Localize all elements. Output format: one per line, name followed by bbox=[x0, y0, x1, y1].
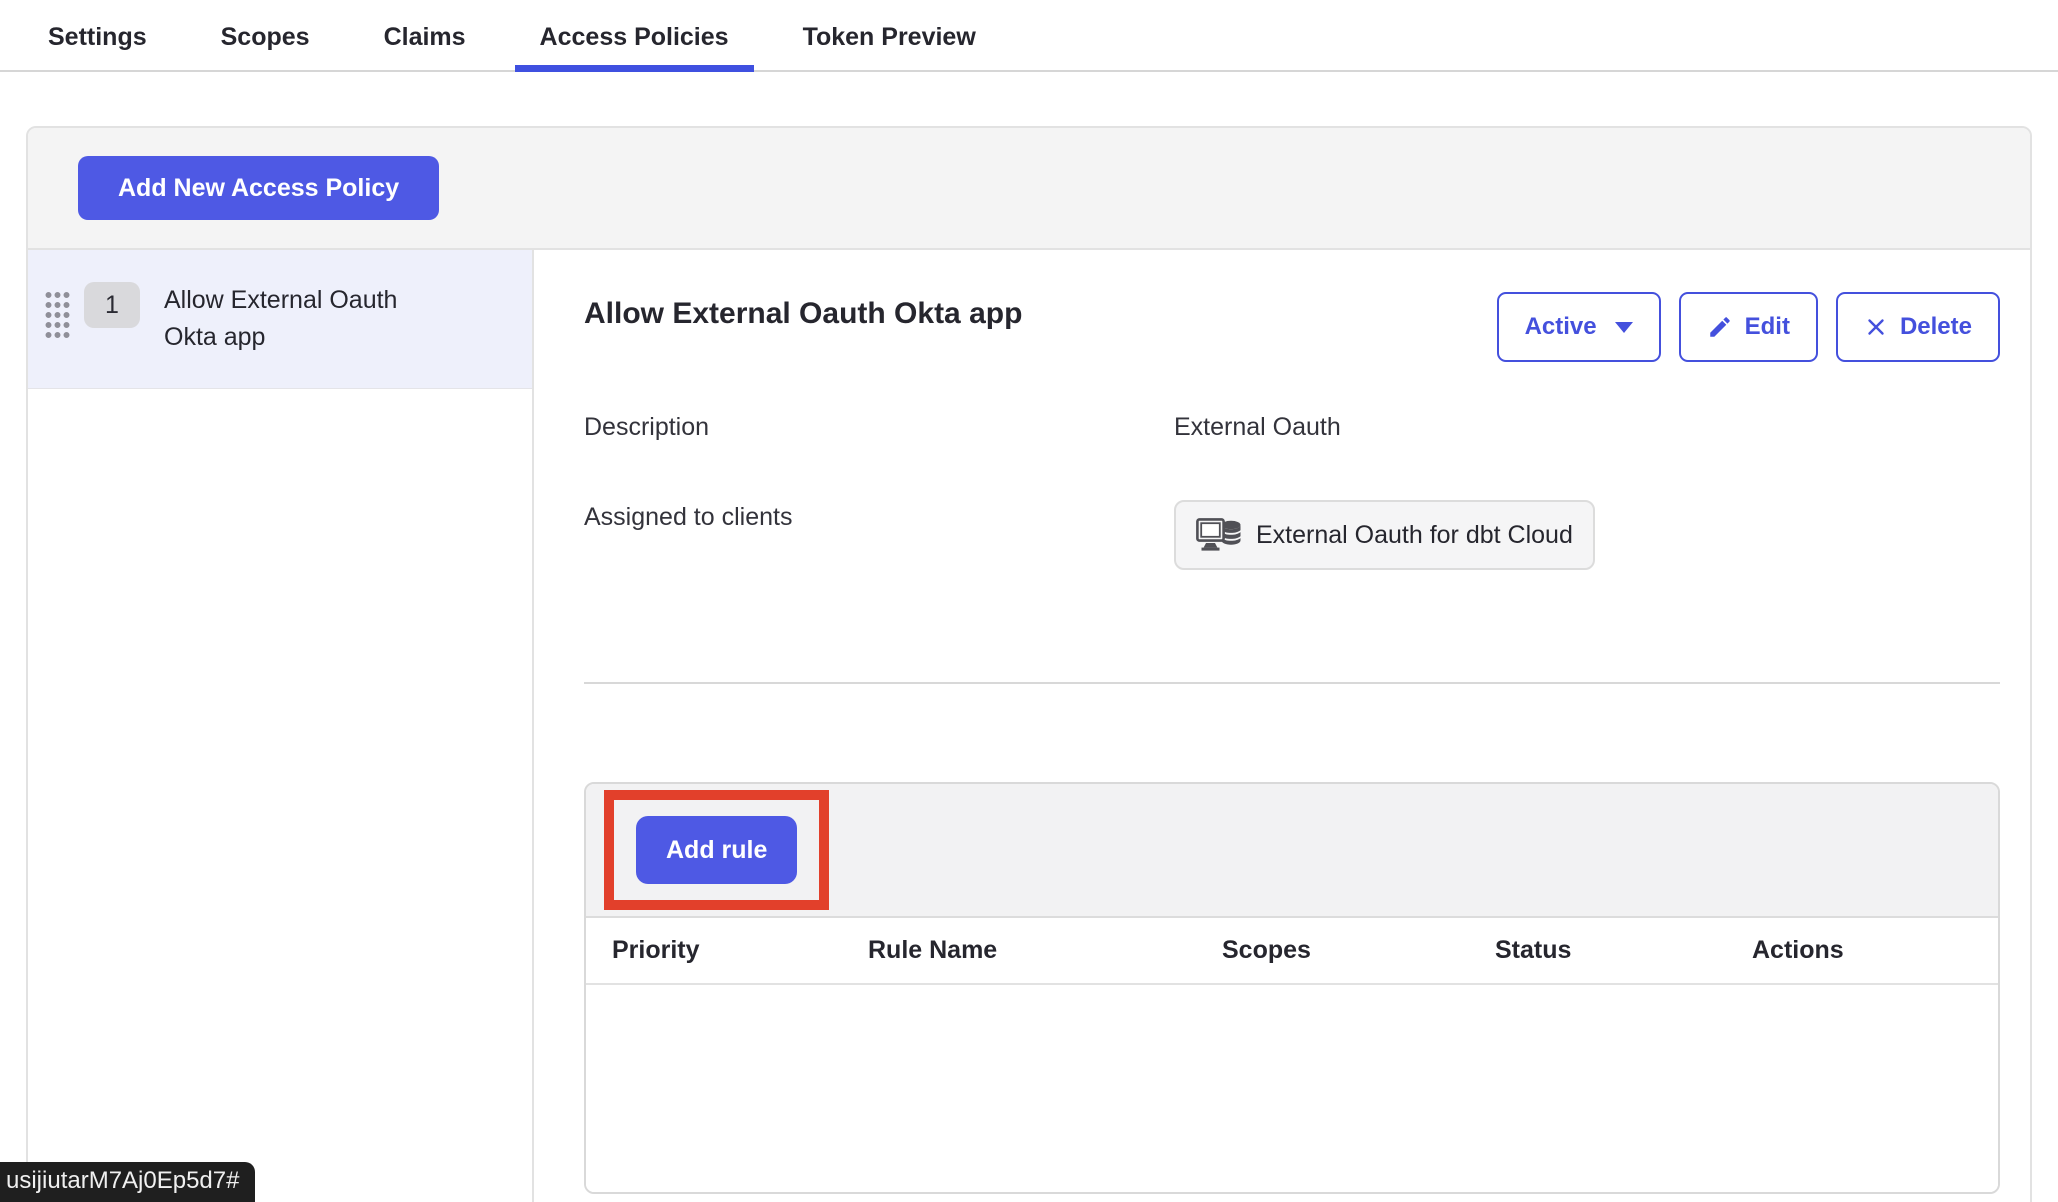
column-header-priority: Priority bbox=[612, 936, 868, 965]
rules-table-empty-body bbox=[586, 985, 1998, 1192]
policy-detail: Allow External Oauth Okta app Active Edi… bbox=[534, 250, 2030, 1202]
policy-list-item[interactable]: 1 Allow External Oauth Okta app bbox=[28, 250, 532, 389]
x-icon bbox=[1864, 315, 1888, 339]
add-new-access-policy-button[interactable]: Add New Access Policy bbox=[78, 156, 439, 220]
tab-bar: Settings Scopes Claims Access Policies T… bbox=[0, 0, 2058, 72]
assigned-to-clients-label: Assigned to clients bbox=[584, 500, 1174, 534]
panel-header: Add New Access Policy bbox=[28, 128, 2030, 250]
tab-access-policies[interactable]: Access Policies bbox=[515, 23, 754, 70]
description-label: Description bbox=[584, 410, 1174, 444]
assigned-client-name: External Oauth for dbt Cloud bbox=[1256, 521, 1573, 550]
edit-button[interactable]: Edit bbox=[1679, 292, 1818, 362]
active-status-label: Active bbox=[1525, 308, 1597, 346]
computer-database-icon bbox=[1196, 516, 1244, 554]
rules-panel: Add rule Priority Rule Name Scopes Statu… bbox=[584, 782, 2000, 1194]
drag-handle-icon[interactable] bbox=[44, 290, 70, 338]
assigned-client-chip[interactable]: External Oauth for dbt Cloud bbox=[1174, 500, 1595, 570]
policy-priority-badge: 1 bbox=[84, 282, 140, 328]
column-header-status: Status bbox=[1495, 936, 1752, 965]
rules-header: Add rule bbox=[586, 784, 1998, 918]
policy-name-label: Allow External Oauth Okta app bbox=[164, 282, 434, 356]
rules-table-header-row: Priority Rule Name Scopes Status Actions bbox=[586, 918, 1998, 985]
description-value: External Oauth bbox=[1174, 410, 2000, 444]
policy-action-buttons: Active Edit bbox=[1497, 292, 2000, 362]
policy-title: Allow External Oauth Okta app bbox=[584, 292, 1022, 336]
add-rule-button[interactable]: Add rule bbox=[636, 816, 797, 884]
link-status-tooltip: usijiutarM7Aj0Ep5d7# bbox=[0, 1162, 255, 1202]
policy-list: 1 Allow External Oauth Okta app bbox=[28, 250, 534, 1202]
column-header-rule-name: Rule Name bbox=[868, 936, 1222, 965]
section-divider bbox=[584, 682, 2000, 684]
column-header-actions: Actions bbox=[1752, 936, 1998, 965]
active-status-button[interactable]: Active bbox=[1497, 292, 1661, 362]
tab-settings[interactable]: Settings bbox=[23, 23, 172, 70]
tab-token-preview[interactable]: Token Preview bbox=[778, 23, 1001, 70]
column-header-scopes: Scopes bbox=[1222, 936, 1495, 965]
red-annotation-box: Add rule bbox=[604, 790, 829, 910]
edit-label: Edit bbox=[1745, 308, 1790, 346]
tab-scopes[interactable]: Scopes bbox=[196, 23, 335, 70]
access-policies-panel: Add New Access Policy 1 Allow External O… bbox=[26, 126, 2032, 1202]
delete-button[interactable]: Delete bbox=[1836, 292, 2000, 362]
pencil-icon bbox=[1707, 314, 1733, 340]
chevron-down-icon bbox=[1615, 322, 1633, 333]
tab-claims[interactable]: Claims bbox=[359, 23, 491, 70]
delete-label: Delete bbox=[1900, 308, 1972, 346]
